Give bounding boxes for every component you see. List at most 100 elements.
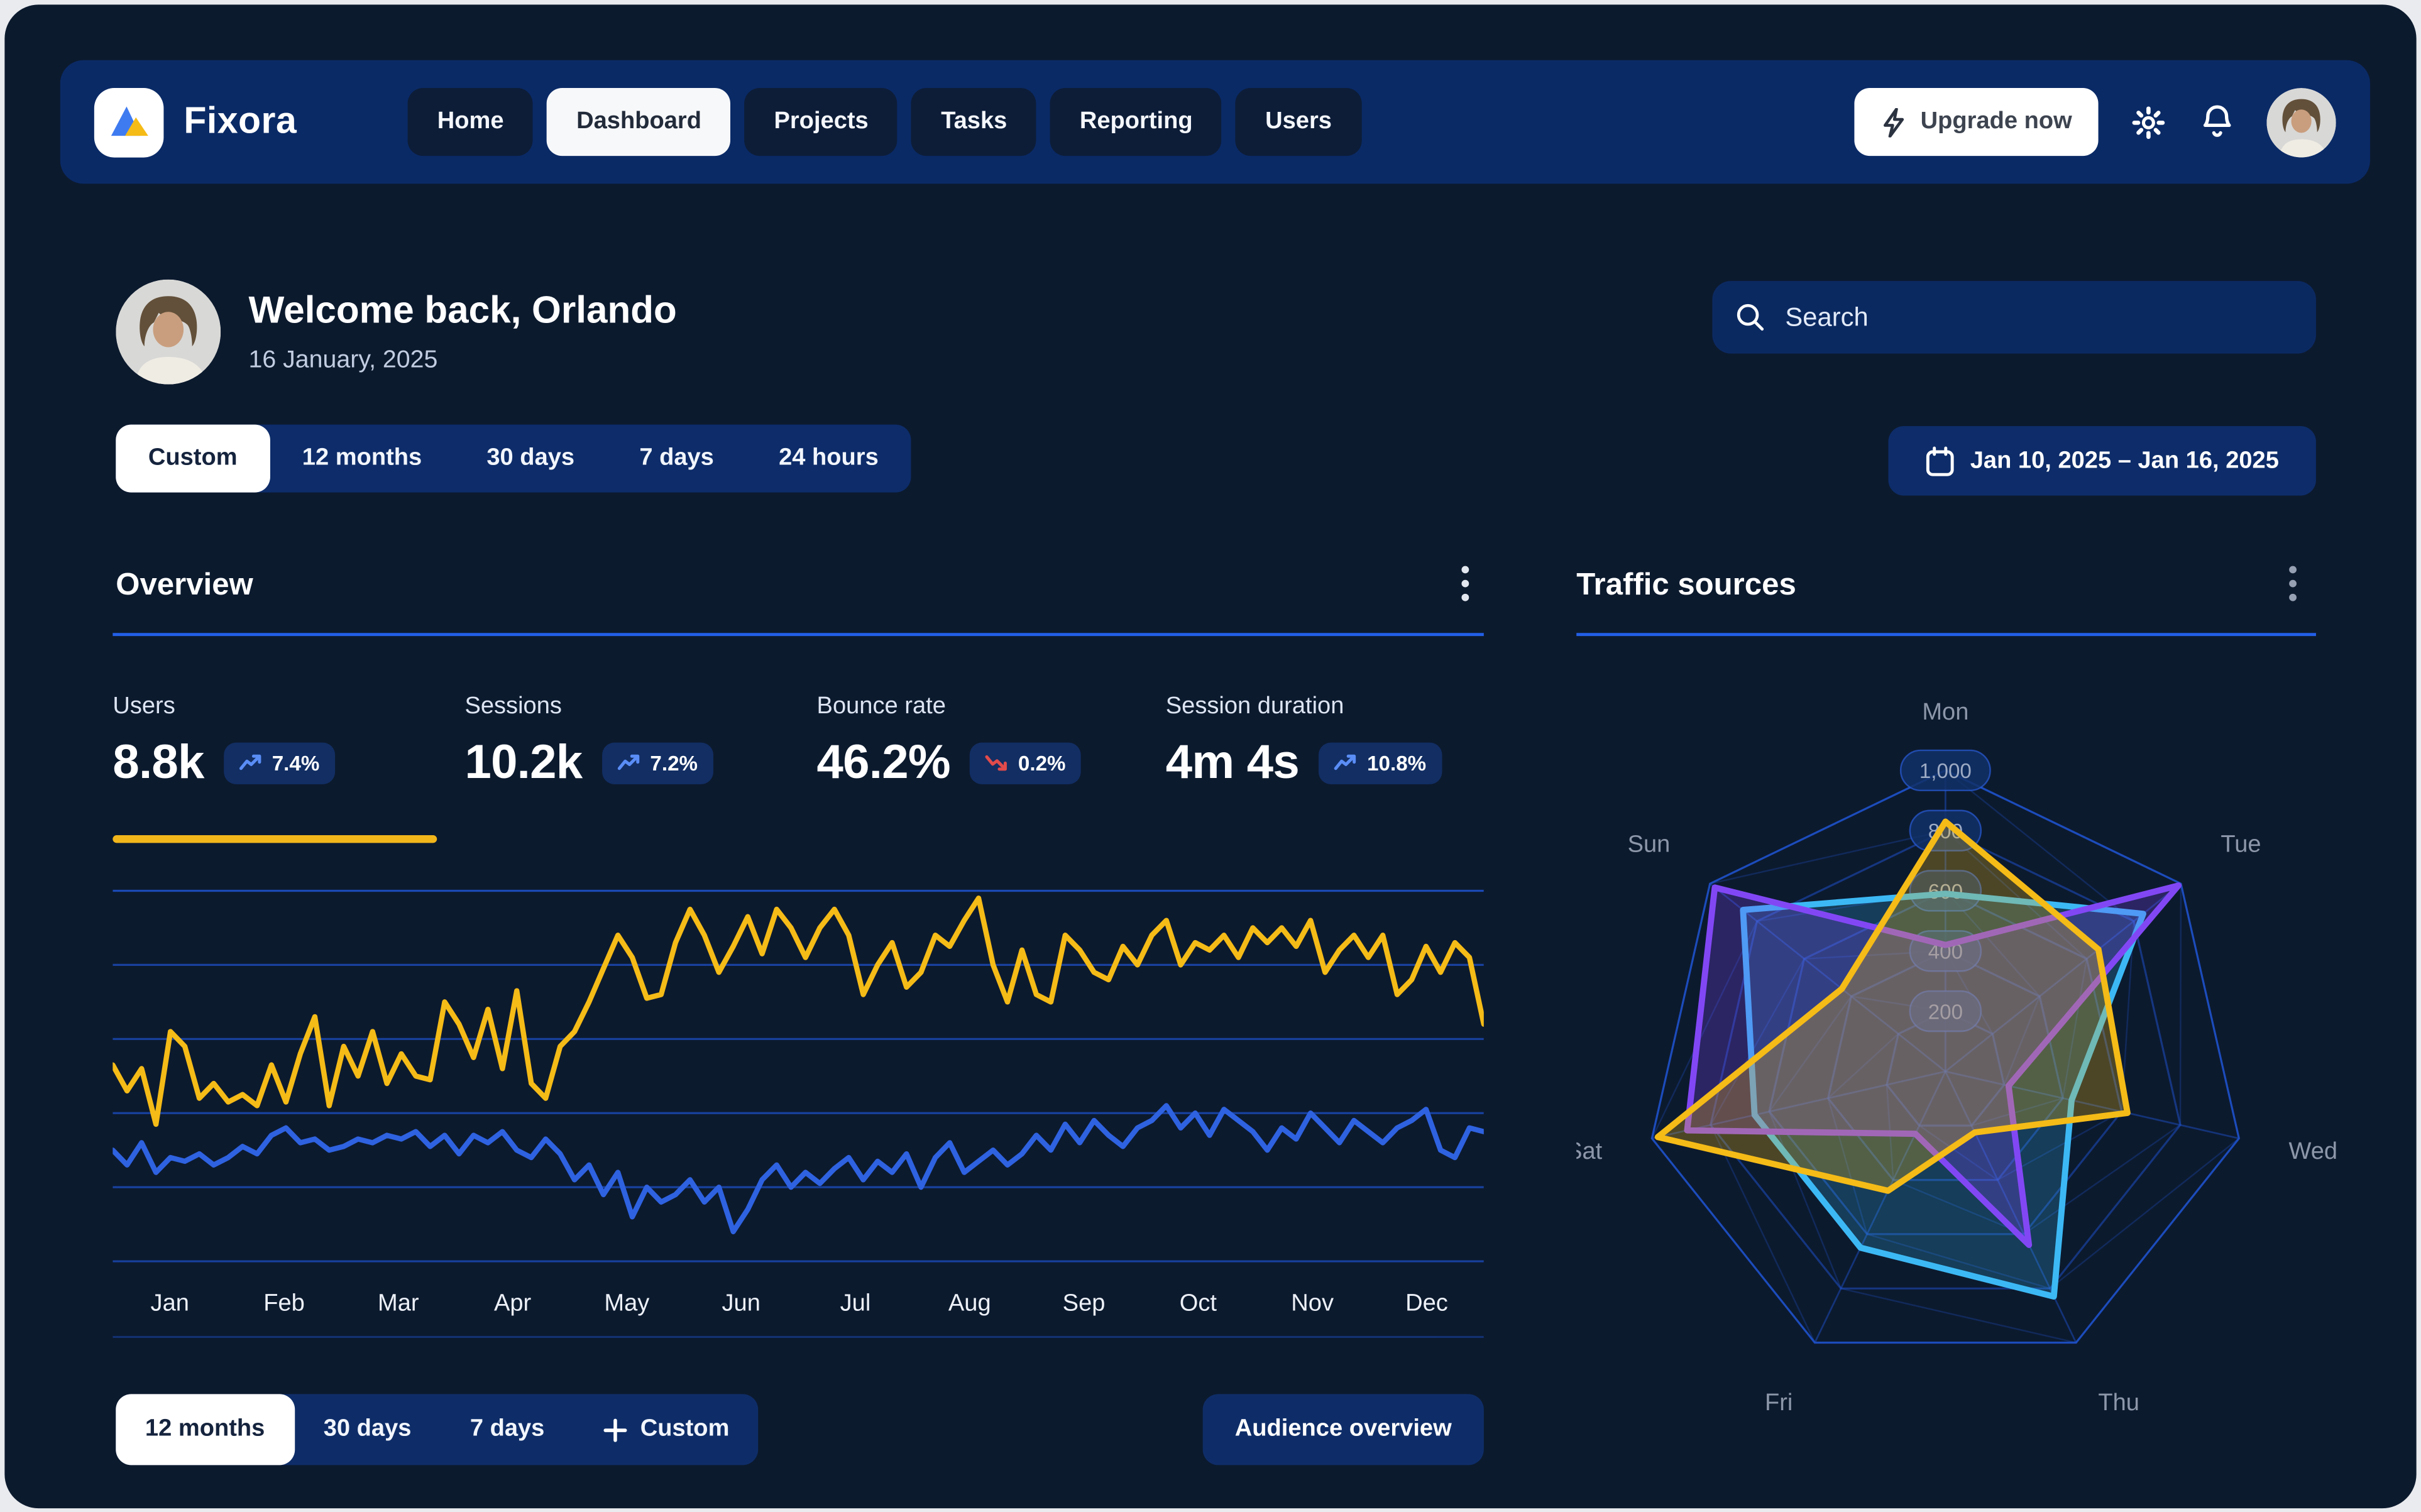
traffic-sources-menu-button[interactable] xyxy=(2280,557,2305,618)
top-navigation-bar: Fixora HomeDashboardProjectsTasksReporti… xyxy=(60,60,2370,184)
chart-range-tab-custom[interactable]: Custom xyxy=(574,1394,759,1465)
nav-item-reporting[interactable]: Reporting xyxy=(1050,88,1222,156)
nav-item-tasks[interactable]: Tasks xyxy=(912,88,1037,156)
metric-sessions[interactable]: Sessions 10.2k 7.2% xyxy=(464,693,713,791)
header-actions: Upgrade now xyxy=(1854,87,2336,157)
radar-axis-label: Sat xyxy=(1576,1138,1602,1164)
upgrade-now-label: Upgrade now xyxy=(1921,108,2072,136)
radar-axis-label: Wed xyxy=(2288,1138,2337,1164)
overview-menu-button[interactable] xyxy=(1453,557,1478,618)
metric-label: Session duration xyxy=(1166,693,1442,721)
nav-item-home[interactable]: Home xyxy=(408,88,533,156)
radar-axis-label: Tue xyxy=(2221,831,2261,858)
date-range-picker[interactable]: Jan 10, 2025 – Jan 16, 2025 xyxy=(1888,426,2315,496)
metric-session-duration[interactable]: Session duration 4m 4s 10.8% xyxy=(1166,693,1442,791)
metric-delta-value: 0.2% xyxy=(1018,751,1066,774)
logo-mountains-icon xyxy=(102,96,155,148)
range-tab-custom[interactable]: Custom xyxy=(116,425,270,493)
x-axis-label: Mar xyxy=(378,1290,419,1317)
metric-bounce-rate[interactable]: Bounce rate 46.2% 0.2% xyxy=(817,693,1082,791)
current-date: 16 January, 2025 xyxy=(249,348,438,375)
chart-range-tab-30-days[interactable]: 30 days xyxy=(294,1394,441,1465)
metric-value: 4m 4s xyxy=(1166,735,1299,790)
metric-delta-value: 7.2% xyxy=(650,751,698,774)
chart-range-tabs: 12 months30 days7 days Custom xyxy=(116,1394,759,1465)
chart-range-tab-12-months[interactable]: 12 months xyxy=(116,1394,294,1465)
overview-title: Overview xyxy=(116,568,253,604)
x-axis-label: Apr xyxy=(494,1290,532,1317)
settings-button[interactable] xyxy=(2129,102,2168,141)
kebab-menu-icon xyxy=(2286,564,2299,607)
x-axis-label: Dec xyxy=(1405,1290,1448,1317)
metric-value: 46.2% xyxy=(817,735,950,790)
x-axis-label: Jan xyxy=(151,1290,189,1317)
overview-line-chart: JanFebMarAprMayJunJulAugSepOctNovDec xyxy=(113,863,1483,1350)
time-range-tabs: Custom12 months30 days7 days24 hours xyxy=(116,425,911,493)
metric-label: Sessions xyxy=(464,693,713,721)
x-axis-label: Oct xyxy=(1180,1290,1217,1317)
range-tab-30-days[interactable]: 30 days xyxy=(454,425,607,493)
user-avatar[interactable] xyxy=(2266,87,2336,157)
metric-label: Users xyxy=(113,693,335,721)
metric-users[interactable]: Users 8.8k 7.4% xyxy=(113,693,335,791)
metric-delta-badge: 0.2% xyxy=(970,742,1081,783)
upgrade-now-button[interactable]: Upgrade now xyxy=(1854,88,2099,156)
x-axis-label: Jun xyxy=(722,1290,760,1317)
metric-delta-value: 7.4% xyxy=(272,751,320,774)
radar-axis-label: Thu xyxy=(2098,1389,2139,1416)
page-title: Welcome back, Orlando xyxy=(249,290,677,334)
metric-delta-badge: 10.8% xyxy=(1319,742,1442,783)
chart-range-tab-label: Custom xyxy=(640,1416,730,1444)
radar-axis-label: Sun xyxy=(1628,831,1671,858)
overview-divider xyxy=(113,633,1483,636)
metric-label: Bounce rate xyxy=(817,693,1082,721)
metric-value: 10.2k xyxy=(464,735,582,790)
date-range-label: Jan 10, 2025 – Jan 16, 2025 xyxy=(1970,447,2279,474)
line-series-yellow xyxy=(113,898,1483,1124)
traffic-divider xyxy=(1576,633,2316,636)
fixora-logo-icon[interactable] xyxy=(94,87,164,157)
radar-ring-label: 1,000 xyxy=(1901,750,1990,791)
x-axis-label: Aug xyxy=(948,1290,991,1317)
metric-value-row: 4m 4s 10.8% xyxy=(1166,735,1442,790)
kebab-menu-icon xyxy=(1459,564,1472,607)
avatar-photo xyxy=(2266,87,2336,157)
metric-delta-badge: 7.2% xyxy=(602,742,713,783)
x-axis-label: May xyxy=(604,1290,649,1317)
audience-overview-button[interactable]: Audience overview xyxy=(1203,1394,1484,1465)
x-axis-label: Jul xyxy=(840,1290,871,1317)
main-nav: HomeDashboardProjectsTasksReportingUsers xyxy=(408,88,1361,156)
chart-range-tab-7-days[interactable]: 7 days xyxy=(441,1394,574,1465)
nav-item-users[interactable]: Users xyxy=(1236,88,1361,156)
range-tab-7-days[interactable]: 7 days xyxy=(607,425,747,493)
radar-web-line xyxy=(1841,1288,2076,1342)
traffic-sources-title: Traffic sources xyxy=(1576,568,1796,604)
radar-axis-label: Mon xyxy=(1922,699,1968,725)
range-tab-12-months[interactable]: 12 months xyxy=(270,425,454,493)
welcome-avatar xyxy=(116,280,221,385)
notifications-button[interactable] xyxy=(2199,102,2236,142)
radar-web-line xyxy=(2050,1139,2239,1289)
search-icon xyxy=(1735,301,1765,334)
trend-down-icon xyxy=(985,753,1009,772)
radar-axis-label: Fri xyxy=(1765,1389,1792,1416)
bell-icon xyxy=(2199,102,2236,142)
lightning-bolt-icon xyxy=(1880,107,1907,137)
selected-metric-indicator xyxy=(113,835,437,843)
nav-item-projects[interactable]: Projects xyxy=(745,88,898,156)
metric-value-row: 10.2k 7.2% xyxy=(464,735,713,790)
metric-delta-badge: 7.4% xyxy=(224,742,335,783)
radar-web-line xyxy=(2180,884,2181,1125)
traffic-radar-chart: 200 400 600 800 1,000MonTueWedThuFriSatS… xyxy=(1576,650,2379,1496)
avatar-photo xyxy=(116,280,221,385)
metric-value-row: 8.8k 7.4% xyxy=(113,735,335,790)
svg-text:1,000: 1,000 xyxy=(1919,760,1972,783)
search-input[interactable] xyxy=(1782,300,2293,334)
dashboard-page: Fixora HomeDashboardProjectsTasksReporti… xyxy=(0,0,2421,1512)
calendar-icon xyxy=(1925,446,1955,476)
plus-icon xyxy=(603,1418,627,1441)
nav-item-dashboard[interactable]: Dashboard xyxy=(547,88,730,156)
range-tab-24-hours[interactable]: 24 hours xyxy=(746,425,911,493)
search-box xyxy=(1712,281,2316,353)
x-axis-label: Sep xyxy=(1063,1290,1106,1317)
